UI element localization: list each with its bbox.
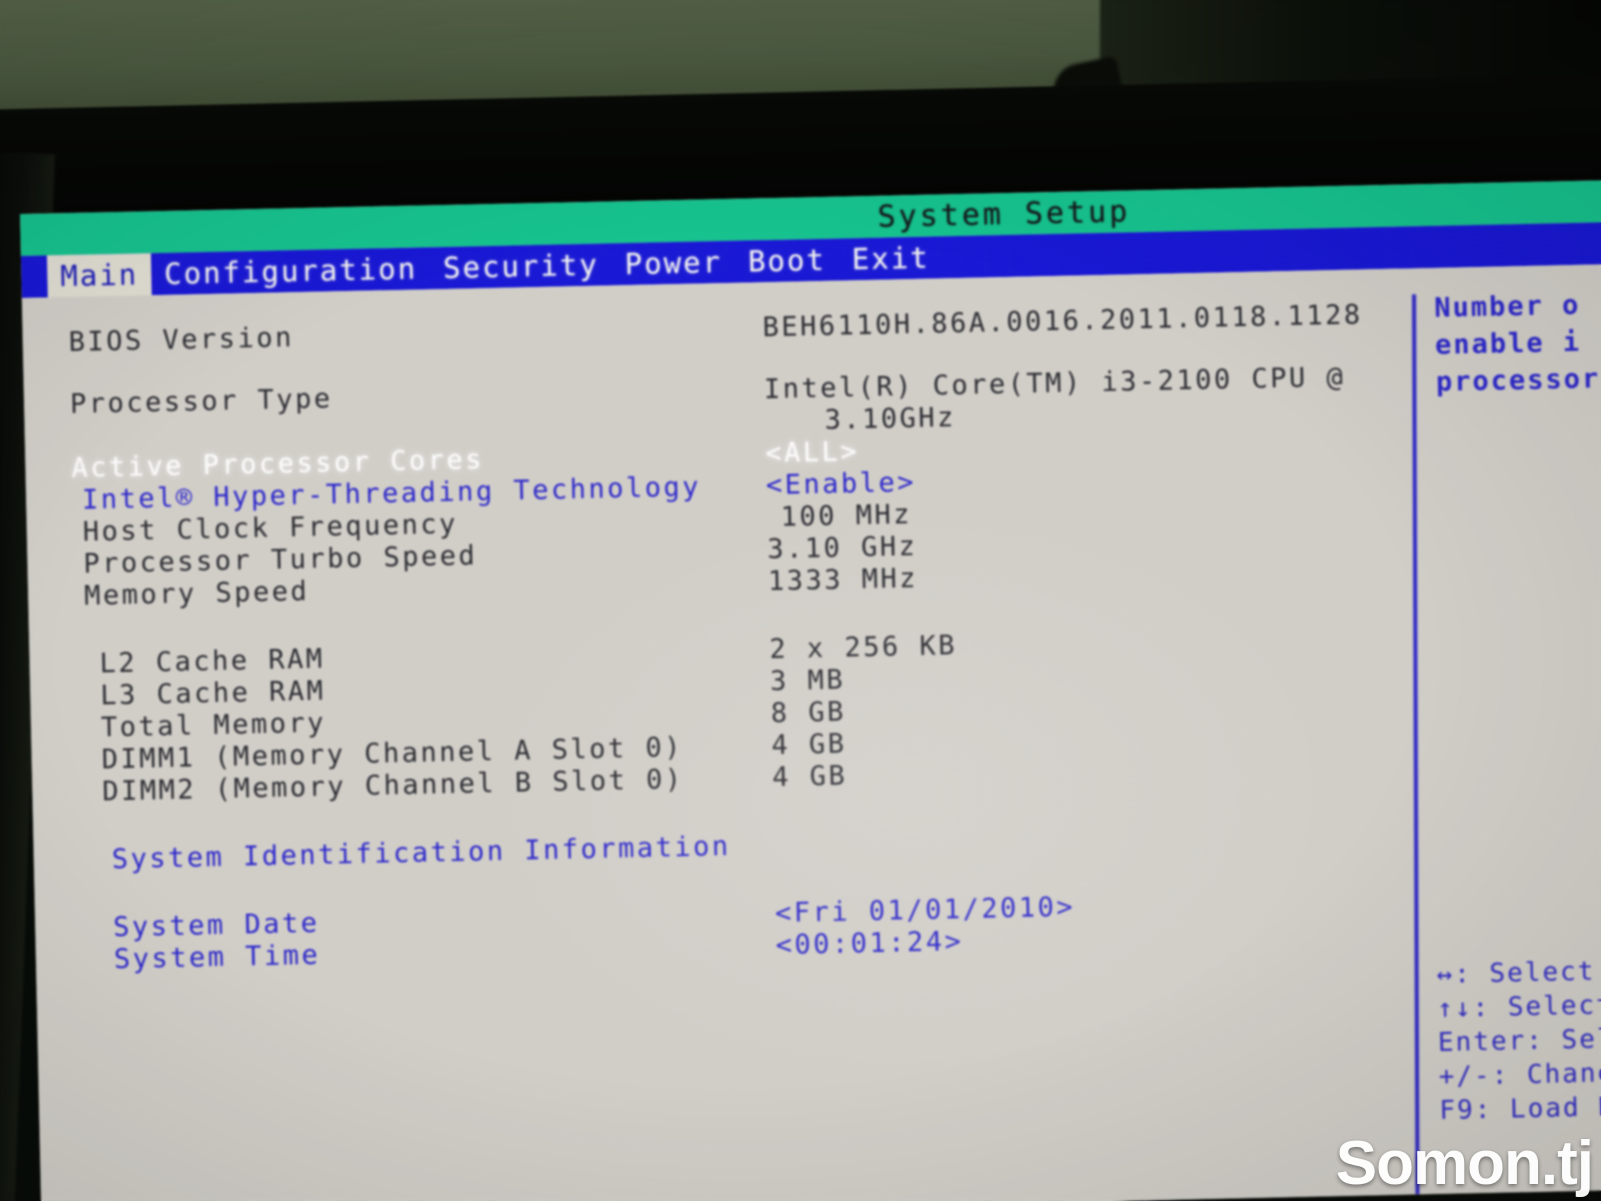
value-host-clock-frequency: 100 MHz [780, 499, 913, 533]
key-legend: ↔: Select S ↑↓: Select I Enter: Selec +/… [1436, 952, 1601, 1128]
value-dimm1: 4 GB [771, 728, 847, 762]
value-memory-speed: 1333 MHz [767, 562, 919, 598]
value-processor-type-cont: 3.10GHz [824, 402, 957, 436]
value-l2-cache-ram: 2 x 256 KB [769, 630, 958, 666]
value-total-memory: 8 GB [770, 696, 847, 730]
value-dimm2: 4 GB [771, 760, 848, 794]
key-legend-change-value: +/-: Change [1438, 1057, 1601, 1092]
tab-security[interactable]: Security [430, 243, 613, 290]
tab-configuration[interactable]: Configuration [151, 247, 431, 296]
page-title: System Setup [877, 194, 1131, 235]
tab-power[interactable]: Power [611, 240, 735, 286]
value-l3-cache-ram: 3 MB [769, 664, 846, 698]
value-system-time[interactable]: <00:01:24> [775, 926, 963, 962]
tab-exit[interactable]: Exit [838, 236, 943, 281]
tab-main[interactable]: Main [46, 252, 152, 298]
photograph-of-monitor: System Setup Main Configuration Security… [0, 0, 1601, 1201]
setup-body: BIOS Version BEH6110H.86A.0016.2011.0118… [21, 263, 1601, 1201]
settings-list: BIOS Version BEH6110H.86A.0016.2011.0118… [22, 268, 1426, 977]
key-legend-select-screen: ↔: Select S [1436, 956, 1601, 991]
key-legend-select-item: ↑↓: Select I [1436, 989, 1601, 1025]
help-line-2: enable i [1434, 326, 1582, 361]
key-legend-enter-select: Enter: Selec [1437, 1023, 1601, 1058]
value-processor-turbo-speed: 3.10 GHz [766, 530, 918, 566]
key-legend-load-defaults: F9: Load Def [1439, 1091, 1601, 1126]
value-hyper-threading[interactable]: <Enable> [766, 467, 917, 502]
help-panel: Number o enable i processor [1434, 284, 1601, 401]
help-line-1: Number o [1434, 289, 1581, 324]
value-active-processor-cores[interactable]: <ALL> [765, 436, 859, 470]
help-line-3: processor [1435, 363, 1601, 398]
monitor-screen: System Setup Main Configuration Security… [20, 179, 1601, 1201]
watermark: Somon.tj [1335, 1129, 1594, 1198]
tab-boot[interactable]: Boot [735, 238, 840, 283]
